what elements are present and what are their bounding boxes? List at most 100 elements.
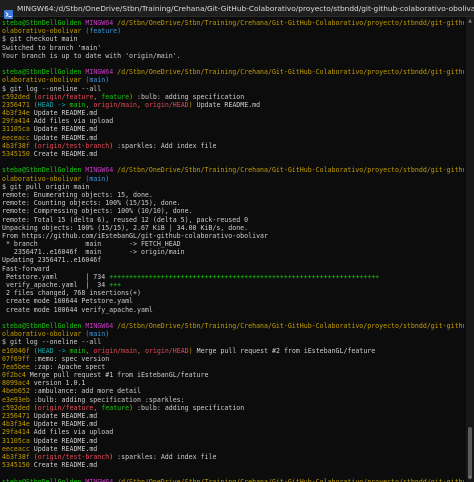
terminal-text-segment: HEAD ->	[37, 100, 70, 109]
terminal-text-segment: remote: Enumerating objects: 15, done.	[2, 190, 153, 199]
terminal-text-segment: 4b3f38f	[2, 452, 34, 461]
terminal-line: steba@StbnDellGolden MINGW64 /d/Stbn/One…	[2, 19, 464, 27]
terminal-line: 31105ca Update README.md	[2, 437, 464, 445]
terminal-line: create mode 100644 Petstore.yaml	[2, 297, 464, 305]
title-bar[interactable]: MINGW64:/d/Stbn/OneDrive/Stbn/Training/C…	[0, 0, 474, 19]
vertical-scrollbar[interactable]: ▲ ▼	[466, 17, 474, 482]
terminal-text-segment: 29fa414	[2, 428, 34, 437]
terminal-text-segment: main	[69, 346, 86, 355]
terminal-line: 4beb652 :ambulance: add more detail	[2, 387, 464, 395]
terminal-line: 7ea5bee :zap: Apache spect	[2, 363, 464, 371]
terminal-text-segment: $ git log --oneline --all	[2, 84, 102, 93]
terminal-line: olaborativo-obolivar (main)	[2, 330, 464, 338]
window-title: MINGW64:/d/Stbn/OneDrive/Stbn/Training/C…	[17, 3, 474, 13]
terminal-text-segment: /d/Stbn/OneDrive/Stbn/Training/Crehana/G…	[117, 19, 464, 27]
terminal-text-segment: feature	[101, 92, 130, 101]
terminal-line: olaborativo-obolivar (main)	[2, 76, 464, 84]
terminal-text-segment: 4b3f38f	[2, 141, 34, 150]
terminal-line: 29fa414 Add files via upload	[2, 428, 464, 436]
terminal-text-segment: eeceacc	[2, 444, 34, 453]
terminal-text-segment: (main)	[81, 76, 110, 85]
terminal-text-segment: steba@StbnDellGolden	[2, 477, 86, 482]
terminal-text-segment: c592ded	[2, 92, 34, 101]
terminal-text-segment: $ git pull origin main	[2, 182, 90, 191]
terminal-text-segment: steba@StbnDellGolden	[2, 321, 86, 330]
scroll-up-arrow-icon[interactable]: ▲	[467, 18, 473, 24]
terminal-line: $ git log --oneline --all	[2, 85, 464, 93]
terminal-line: steba@StbnDellGolden MINGW64 /d/Stbn/One…	[2, 166, 464, 174]
terminal-line: Petstore.yaml | 734 ++++++++++++++++++++…	[2, 273, 464, 281]
terminal-text-segment: MINGW64	[85, 321, 118, 330]
terminal-text-segment: Merge pull request #1 from iEstebanGL/fe…	[29, 371, 209, 380]
terminal-text-segment: Add files via upload	[33, 428, 114, 437]
terminal-text-segment: MINGW64	[85, 477, 118, 482]
terminal-text-segment: $ git log --oneline --all	[2, 338, 102, 347]
terminal-text-segment: $ git checkout main	[2, 35, 78, 44]
terminal-line: 8099ac4 version 1.0.1	[2, 379, 464, 387]
terminal-text-segment: Update README.md	[33, 109, 98, 118]
terminal-line: steba@StbnDellGolden MINGW64 /d/Stbn/One…	[2, 68, 464, 76]
terminal-line: 2 files changed, 768 insertions(+)	[2, 289, 464, 297]
scroll-down-arrow-icon[interactable]: ▼	[467, 475, 473, 481]
terminal-text-segment: Update README.md	[33, 420, 98, 429]
scrollbar-thumb[interactable]	[468, 427, 472, 479]
terminal-line: c592ded (origin/feature, feature) :bulb:…	[2, 404, 464, 412]
terminal-text-segment: :zap: Apache spect	[33, 362, 106, 371]
terminal-line: Updating 2356471..e16046f	[2, 256, 464, 264]
terminal-text-segment: (main)	[81, 330, 110, 339]
terminal-text-segment: 2356471..e16046f main -> origin/main	[2, 248, 185, 257]
terminal-text-segment: steba@StbnDellGolden	[2, 166, 86, 175]
terminal-text-segment: /d/Stbn/OneDrive/Stbn/Training/Crehana/G…	[117, 166, 464, 175]
terminal-text-segment: olaborativo-obolivar	[2, 27, 82, 36]
terminal-text-segment: ,	[137, 100, 145, 109]
terminal-text-segment: 8099ac4	[2, 379, 34, 388]
terminal-text-segment: verify_apache.yaml | 34	[2, 281, 110, 289]
terminal-line: From https://github.com/iEstebanGL/git-g…	[2, 232, 464, 240]
terminal-text-segment: Merge pull request #2 from iEstebanGL/fe…	[192, 346, 376, 355]
terminal-text-segment: 4beb652	[2, 387, 34, 396]
terminal-text-segment: origin/HEAD	[144, 100, 189, 109]
terminal-text-segment: version 1.0.1	[33, 379, 86, 388]
terminal-text-segment: olaborativo-obolivar	[2, 174, 82, 183]
terminal-text-segment: Switched to branch 'main'	[2, 43, 102, 52]
terminal-text-segment: Update README.md	[33, 436, 98, 445]
terminal-line: c592ded (origin/feature, feature) :bulb:…	[2, 93, 464, 101]
terminal-text-segment: 2356471	[2, 412, 34, 420]
terminal-line: 31105ca Update README.md	[2, 125, 464, 133]
terminal-line: 4b3f38f (origin/test-branch) :sparkles: …	[2, 142, 464, 150]
terminal-text-segment: feature	[101, 403, 130, 412]
terminal-line: Fast-forward	[2, 265, 464, 273]
terminal-text-segment: main	[69, 100, 86, 109]
terminal-line: 4b3f38f (origin/test-branch) :sparkles: …	[2, 453, 464, 461]
terminal-output[interactable]: steba@StbnDellGolden MINGW64 /d/Stbn/One…	[2, 19, 464, 482]
terminal-text-segment: Update README.md	[33, 444, 98, 453]
terminal-text-segment: remote: Total 15 (delta 6), reused 12 (d…	[2, 215, 249, 224]
terminal-text-segment: From https://github.com/iEstebanGL/git-g…	[2, 231, 268, 240]
terminal-line: steba@StbnDellGolden MINGW64 /d/Stbn/One…	[2, 322, 464, 330]
terminal-line: Your branch is up to date with 'origin/m…	[2, 52, 464, 60]
terminal-text-segment: (main)	[81, 174, 110, 183]
terminal-text-segment: +++	[109, 281, 122, 289]
terminal-text-segment: olaborativo-obolivar	[2, 76, 82, 85]
terminal-line: Switched to branch 'main'	[2, 44, 464, 52]
terminal-text-segment: MINGW64	[85, 68, 118, 77]
terminal-line: 4b3f34e Update README.md	[2, 109, 464, 117]
terminal-line: 29fa414 Add files via upload	[2, 117, 464, 125]
terminal-text-segment: Update README.md	[33, 125, 98, 134]
terminal-text-segment: 4b3f34e	[2, 420, 34, 429]
terminal-text-segment: :bulb: adding specification	[133, 403, 245, 412]
terminal-line: 07f69ff :memo: spec version	[2, 355, 464, 363]
terminal-text-segment: remote: Compressing objects: 100% (10/10…	[2, 207, 193, 216]
terminal-line: remote: Enumerating objects: 15, done.	[2, 191, 464, 199]
terminal-text-segment: e16046f	[2, 346, 34, 355]
terminal-text-segment: MINGW64	[85, 166, 118, 175]
terminal-line: 2356471..e16046f main -> origin/main	[2, 248, 464, 256]
terminal-text-segment: create mode 100644 Petstore.yaml	[2, 297, 134, 306]
terminal-text-segment: :bulb: adding specification	[133, 92, 245, 101]
terminal-text-segment: 2 files changed, 768 insertions(+)	[2, 289, 141, 298]
terminal-text-segment: (feature)	[81, 27, 122, 36]
